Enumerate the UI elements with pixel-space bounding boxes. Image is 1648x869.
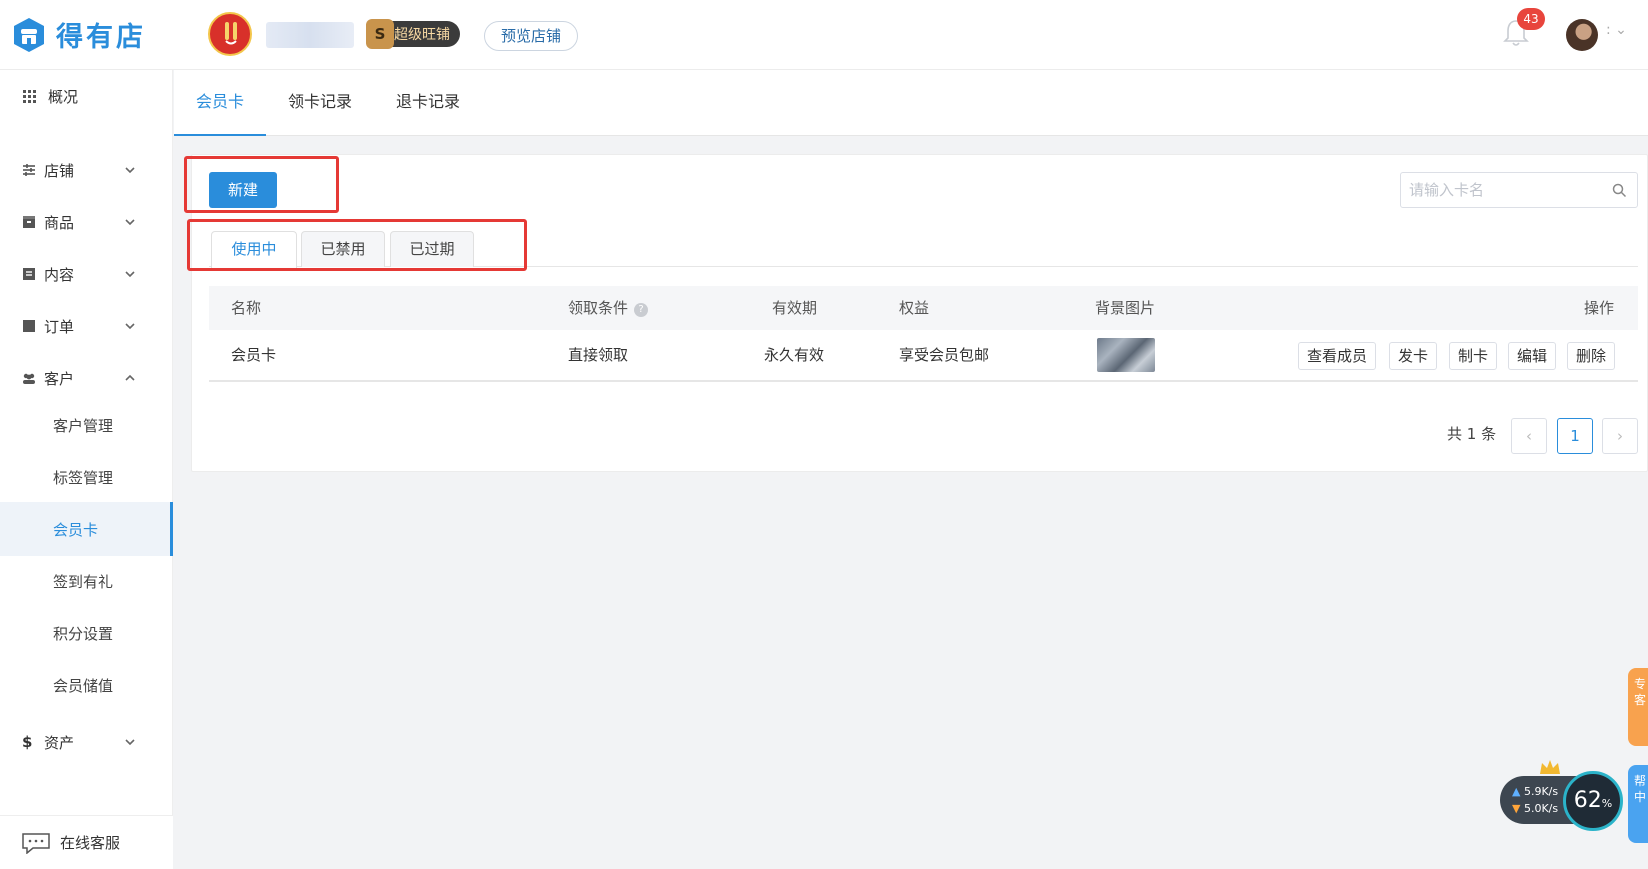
column-header-condition: 领取条件? — [568, 286, 649, 330]
download-arrow-icon: ▼ — [1512, 802, 1521, 815]
column-header-name: 名称 — [231, 299, 262, 317]
vip-level-icon: S — [366, 19, 394, 49]
highlight-box-status-tabs — [187, 219, 527, 271]
upload-arrow-icon: ▲ — [1512, 785, 1521, 798]
upload-speed-value: 5.9 — [1523, 785, 1542, 798]
sidebar-subitem-points-settings[interactable]: 积分设置 — [0, 606, 173, 660]
sidebar-item-orders[interactable]: 订单 — [0, 300, 173, 352]
pagination-prev-button[interactable]: ‹ — [1511, 418, 1547, 454]
sidebar-item-label: 店铺 — [44, 161, 75, 180]
tab-return-records[interactable]: 退卡记录 — [374, 70, 482, 136]
help-icon[interactable]: ? — [634, 303, 649, 317]
sidebar-subitem-customer-management[interactable]: 客户管理 — [0, 398, 173, 452]
top-header: 得有店 S 超级旺铺 预览店铺 43 : ⌄ — [0, 0, 1648, 70]
list-icon — [23, 320, 35, 332]
cell-benefit: 享受会员包邮 — [899, 346, 990, 364]
sidebar-item-label: 概况 — [48, 87, 79, 106]
column-header-actions: 操作 — [1584, 299, 1615, 317]
sidebar-item-label: 商品 — [44, 213, 75, 232]
chat-icon — [22, 833, 50, 854]
chevron-up-icon — [125, 374, 135, 381]
sidebar-item-label: 内容 — [44, 265, 75, 284]
sidebar-item-store[interactable]: 店铺 — [0, 144, 173, 196]
logo-text: 得有店 — [56, 22, 146, 53]
page-tabs: 会员卡 领卡记录 退卡记录 — [174, 70, 1648, 136]
upload-speed-unit: K/s — [1541, 785, 1559, 798]
search-icon[interactable] — [1612, 183, 1627, 198]
cell-validity: 永久有效 — [764, 346, 825, 364]
sidebar-item-assets[interactable]: $ 资产 — [0, 716, 173, 768]
online-service-label: 在线客服 — [60, 834, 121, 852]
cell-name: 会员卡 — [231, 346, 277, 364]
floating-service-tab[interactable]: 专 客 — [1628, 668, 1648, 746]
view-members-button[interactable]: 查看成员 — [1298, 342, 1377, 370]
sidebar-item-goods[interactable]: 商品 — [0, 196, 173, 248]
sidebar-subitem-checkin-gift[interactable]: 签到有礼 — [0, 554, 173, 608]
vip-shop-badge: S 超级旺铺 — [366, 19, 460, 49]
chevron-down-icon — [125, 167, 135, 174]
chevron-down-icon — [125, 271, 135, 278]
sidebar-subitem-member-card[interactable]: 会员卡 — [0, 502, 173, 556]
dollar-icon: $ — [22, 733, 33, 751]
shop-name-blurred — [266, 22, 354, 48]
notification-count-badge: 43 — [1517, 8, 1545, 30]
grid-icon — [23, 90, 36, 103]
logo[interactable]: 得有店 — [12, 15, 146, 54]
delete-button[interactable]: 删除 — [1567, 342, 1616, 370]
column-header-condition-label: 领取条件 — [568, 299, 629, 317]
shop-avatar[interactable] — [208, 12, 252, 56]
pagination-total: 共 1 条 — [1447, 425, 1497, 443]
memory-usage-value: 62 — [1573, 788, 1602, 813]
vip-badge-label: 超级旺铺 — [394, 27, 450, 43]
highlight-box-new — [184, 156, 339, 213]
box-icon — [23, 216, 35, 228]
tab-member-card[interactable]: 会员卡 — [174, 70, 266, 136]
rabbit-logo-icon — [225, 22, 237, 45]
sidebar-item-overview[interactable]: 概况 — [0, 70, 173, 122]
pagination-page-1[interactable]: 1 — [1557, 418, 1593, 454]
sidebar-subitem-tag-management[interactable]: 标签管理 — [0, 450, 173, 504]
column-header-validity: 有效期 — [772, 299, 818, 317]
chevron-down-icon — [125, 219, 135, 226]
memory-usage-unit: % — [1601, 797, 1613, 810]
sliders-icon — [23, 164, 35, 176]
vip-crown-icon — [1540, 760, 1560, 774]
sidebar-item-label: 客户 — [44, 369, 75, 388]
tab-claim-records[interactable]: 领卡记录 — [266, 70, 374, 136]
issue-card-button[interactable]: 发卡 — [1389, 342, 1438, 370]
edit-button[interactable]: 编辑 — [1508, 342, 1557, 370]
download-speed-value: 5.0 — [1523, 802, 1542, 815]
column-header-benefit: 权益 — [899, 299, 930, 317]
card-search[interactable] — [1400, 172, 1638, 208]
make-card-button[interactable]: 制卡 — [1449, 342, 1498, 370]
download-speed: ▼ 5.0K/s — [1512, 802, 1558, 815]
pagination-next-button[interactable]: › — [1602, 418, 1638, 454]
sidebar-item-label: 订单 — [44, 317, 75, 336]
sidebar-item-content[interactable]: 内容 — [0, 248, 173, 300]
table-row: 会员卡 直接领取 永久有效 享受会员包邮 查看成员 发卡 制卡 编辑 删除 — [209, 330, 1638, 382]
logo-store-icon — [14, 17, 44, 52]
floating-help-tab[interactable]: 帮 中 — [1628, 765, 1648, 843]
upload-speed: ▲ 5.9K/s — [1512, 785, 1558, 798]
user-avatar[interactable] — [1566, 19, 1598, 51]
chevron-down-icon — [125, 323, 135, 330]
sidebar: 概况 店铺 商品 内容 订单 客户 客户管理 标签管理 会员卡 签到有礼 积分设… — [0, 70, 173, 869]
online-service-button[interactable]: 在线客服 — [0, 815, 173, 869]
sidebar-item-label: 资产 — [44, 733, 75, 752]
chevron-down-icon — [125, 739, 135, 746]
column-header-background: 背景图片 — [1095, 299, 1156, 317]
table-header: 名称 领取条件? 有效期 权益 背景图片 操作 — [209, 286, 1638, 330]
user-menu-dropdown-icon[interactable]: : ⌄ — [1606, 22, 1627, 38]
download-speed-unit: K/s — [1541, 802, 1559, 815]
cell-condition: 直接领取 — [568, 346, 629, 364]
sidebar-item-customers[interactable]: 客户 — [0, 352, 173, 404]
card-name-search-input[interactable] — [1409, 173, 1599, 207]
preview-shop-button[interactable]: 预览店铺 — [484, 21, 579, 51]
card-background-thumbnail[interactable] — [1097, 338, 1155, 372]
memory-usage-gauge[interactable]: 62% — [1563, 771, 1623, 831]
users-icon — [23, 373, 35, 384]
sidebar-subitem-member-balance[interactable]: 会员储值 — [0, 658, 173, 712]
document-icon — [23, 268, 35, 280]
